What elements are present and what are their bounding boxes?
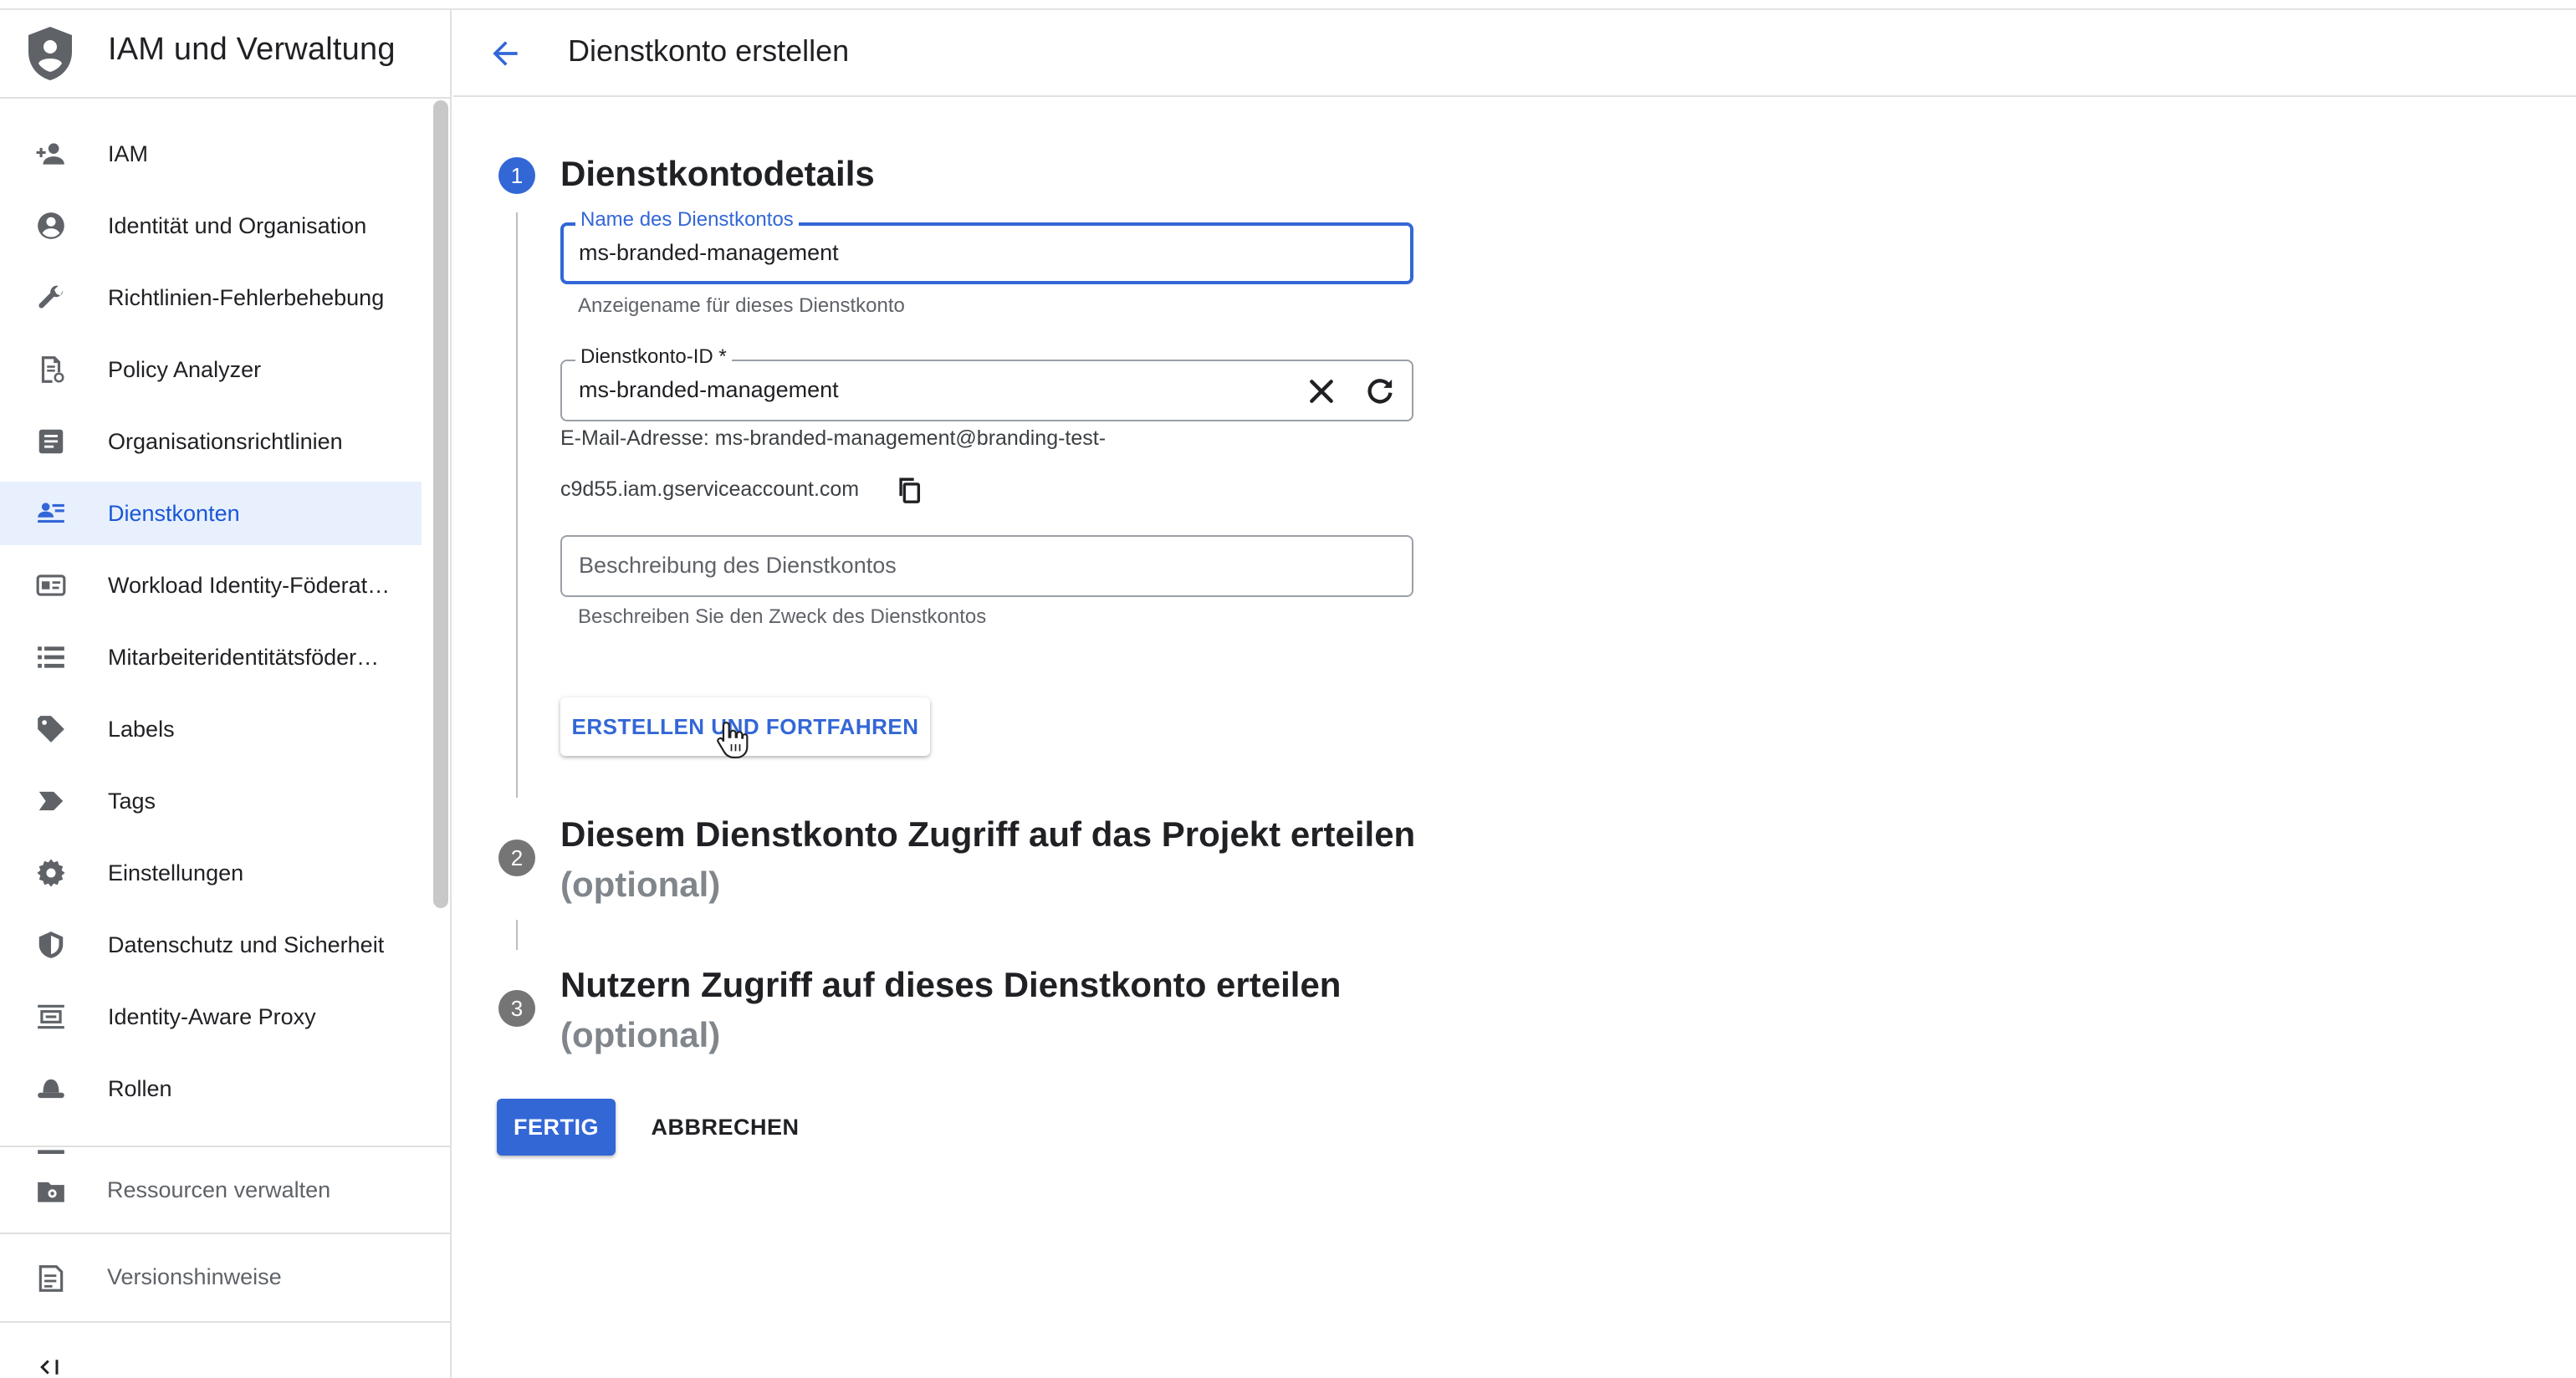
article-icon (38, 429, 64, 454)
sidebar-item-label: Identität und Organisation (108, 212, 367, 238)
service-account-name-field[interactable]: Name des Dienstkontos (560, 208, 1413, 284)
step-2-number: 2 (498, 840, 535, 876)
sidebar-item-label: Identity-Aware Proxy (108, 1003, 316, 1029)
step-2-optional: (optional) (560, 865, 721, 904)
clear-icon[interactable] (1305, 375, 1338, 408)
sidebar-item-label: Dienstkonten (108, 500, 240, 526)
hat-icon (38, 1079, 64, 1099)
sidebar-item-label: Policy Analyzer (108, 356, 262, 382)
sidebar-item-tags[interactable]: Tags (0, 769, 422, 833)
service-account-id-label: Dienstkonto-ID * (575, 345, 732, 369)
sidebar-item-label: Richtlinien-Fehlerbehebung (108, 284, 385, 310)
service-account-name-label: Name des Dienstkontos (575, 208, 799, 232)
sidebar-item-identity-organisation[interactable]: Identität und Organisation (0, 194, 422, 258)
notes-icon (38, 1265, 64, 1292)
step-3-optional: (optional) (560, 1015, 721, 1054)
sidebar-item-label: Mitarbeiteridentitätsföder… (108, 644, 380, 670)
sidebar-item-privacy-security[interactable]: Datenschutz und Sicherheit (0, 913, 422, 977)
service-account-icon (38, 503, 64, 523)
sidebar-nav: IAM Identität und Organisation Richtlini… (0, 99, 428, 1154)
step-1-title[interactable]: Dienstkontodetails (560, 154, 875, 194)
label-arrow-icon (38, 791, 64, 811)
shield-icon (38, 931, 64, 958)
step-3-title[interactable]: Nutzern Zugriff auf dieses Dienstkonto e… (560, 965, 1341, 1005)
sidebar-brand: IAM und Verwaltung (0, 10, 450, 97)
stepper-connector (516, 212, 518, 798)
sidebar-item-organization-policies[interactable]: Organisationsrichtlinien (0, 410, 422, 473)
sidebar-item-label: Labels (108, 716, 175, 742)
list-icon (38, 646, 64, 668)
sidebar-item-workload-identity[interactable]: Workload Identity-Föderat… (0, 554, 422, 617)
step-1-number: 1 (498, 157, 535, 194)
sidebar-item-settings[interactable]: Einstellungen (0, 841, 422, 905)
sidebar-item-workforce-identity[interactable]: Mitarbeiteridentitätsföder… (0, 625, 422, 689)
sidebar-item-policy-analyzer[interactable]: Policy Analyzer (0, 338, 422, 401)
sidebar-item-service-accounts[interactable]: Dienstkonten (0, 482, 422, 545)
wrench-icon (38, 285, 64, 309)
sidebar: IAM und Verwaltung IAM Identität und Org… (0, 10, 452, 1378)
page-title: Dienstkonto erstellen (568, 33, 850, 68)
app-root: IAM und Verwaltung IAM Identität und Org… (0, 0, 2576, 1378)
refresh-icon[interactable] (1363, 375, 1397, 408)
header-divider (453, 95, 2576, 97)
service-account-name-hint: Anzeigename für dieses Dienstkonto (578, 294, 905, 317)
sidebar-item-label: Tags (108, 788, 156, 814)
sidebar-divider (0, 1321, 450, 1323)
service-account-description-field[interactable] (560, 535, 1413, 597)
person-add-icon (36, 143, 64, 165)
step-2-title[interactable]: Diesem Dienstkonto Zugriff auf das Proje… (560, 814, 1415, 855)
stepper-connector (516, 920, 518, 950)
service-account-id-field[interactable]: Dienstkonto-ID * (560, 345, 1413, 421)
policy-document-icon (41, 356, 64, 383)
service-account-description-input[interactable] (579, 553, 1382, 579)
folder-gear-icon (38, 1182, 64, 1202)
step-3-number: 3 (498, 990, 535, 1027)
sidebar-scrollbar[interactable] (433, 100, 448, 908)
sidebar-item-iam[interactable]: IAM (0, 122, 422, 186)
hand-pointer-cursor-icon (717, 722, 749, 758)
email-address-text: E-Mail-Adresse: ms-branded-management@br… (560, 426, 1107, 450)
tag-icon (38, 716, 64, 743)
badge-card-icon (36, 574, 66, 596)
sidebar-item-label: Workload Identity-Föderat… (108, 572, 391, 598)
page-header: Dienstkonto erstellen (453, 10, 2576, 97)
sidebar-item-label: Organisationsrichtlinien (108, 428, 343, 454)
sidebar-item-labels[interactable]: Labels (0, 697, 422, 761)
service-account-description-hint: Beschreiben Sie den Zweck des Dienstkont… (578, 605, 987, 628)
sidebar-item-manage-resources[interactable]: Ressourcen verwalten (0, 1147, 450, 1234)
sidebar-item-identity-aware-proxy[interactable]: Identity-Aware Proxy (0, 985, 422, 1049)
sidebar-item-label: IAM (108, 140, 149, 166)
service-account-id-input[interactable] (579, 377, 1281, 403)
sidebar-item-label: Datenschutz und Sicherheit (108, 931, 385, 957)
service-account-name-input[interactable] (579, 240, 1298, 266)
done-button[interactable]: FERTIG (497, 1099, 616, 1156)
gear-icon (37, 859, 65, 887)
shield-person-logo-icon (28, 27, 72, 80)
sidebar-item-label: Rollen (108, 1075, 172, 1101)
sidebar-item-label: Ressourcen verwalten (107, 1177, 331, 1202)
sidebar-item-release-notes[interactable]: Versionshinweise (0, 1234, 450, 1321)
sidebar-item-label: Versionshinweise (107, 1264, 282, 1289)
app-title: IAM und Verwaltung (108, 32, 396, 67)
cancel-button[interactable]: ABBRECHEN (644, 1099, 806, 1156)
sidebar-item-roles[interactable]: Rollen (0, 1057, 422, 1120)
account-circle-icon (38, 212, 64, 239)
collapse-sidebar-icon[interactable] (37, 1355, 62, 1378)
sidebar-item-label: Einstellungen (108, 860, 244, 885)
arrow-back-icon[interactable] (487, 35, 524, 72)
email-address-domain: c9d55.iam.gserviceaccount.com (560, 477, 860, 501)
sidebar-item-policy-troubleshooter[interactable]: Richtlinien-Fehlerbehebung (0, 266, 422, 329)
copy-icon[interactable] (895, 475, 923, 505)
proxy-icon (38, 1004, 64, 1029)
